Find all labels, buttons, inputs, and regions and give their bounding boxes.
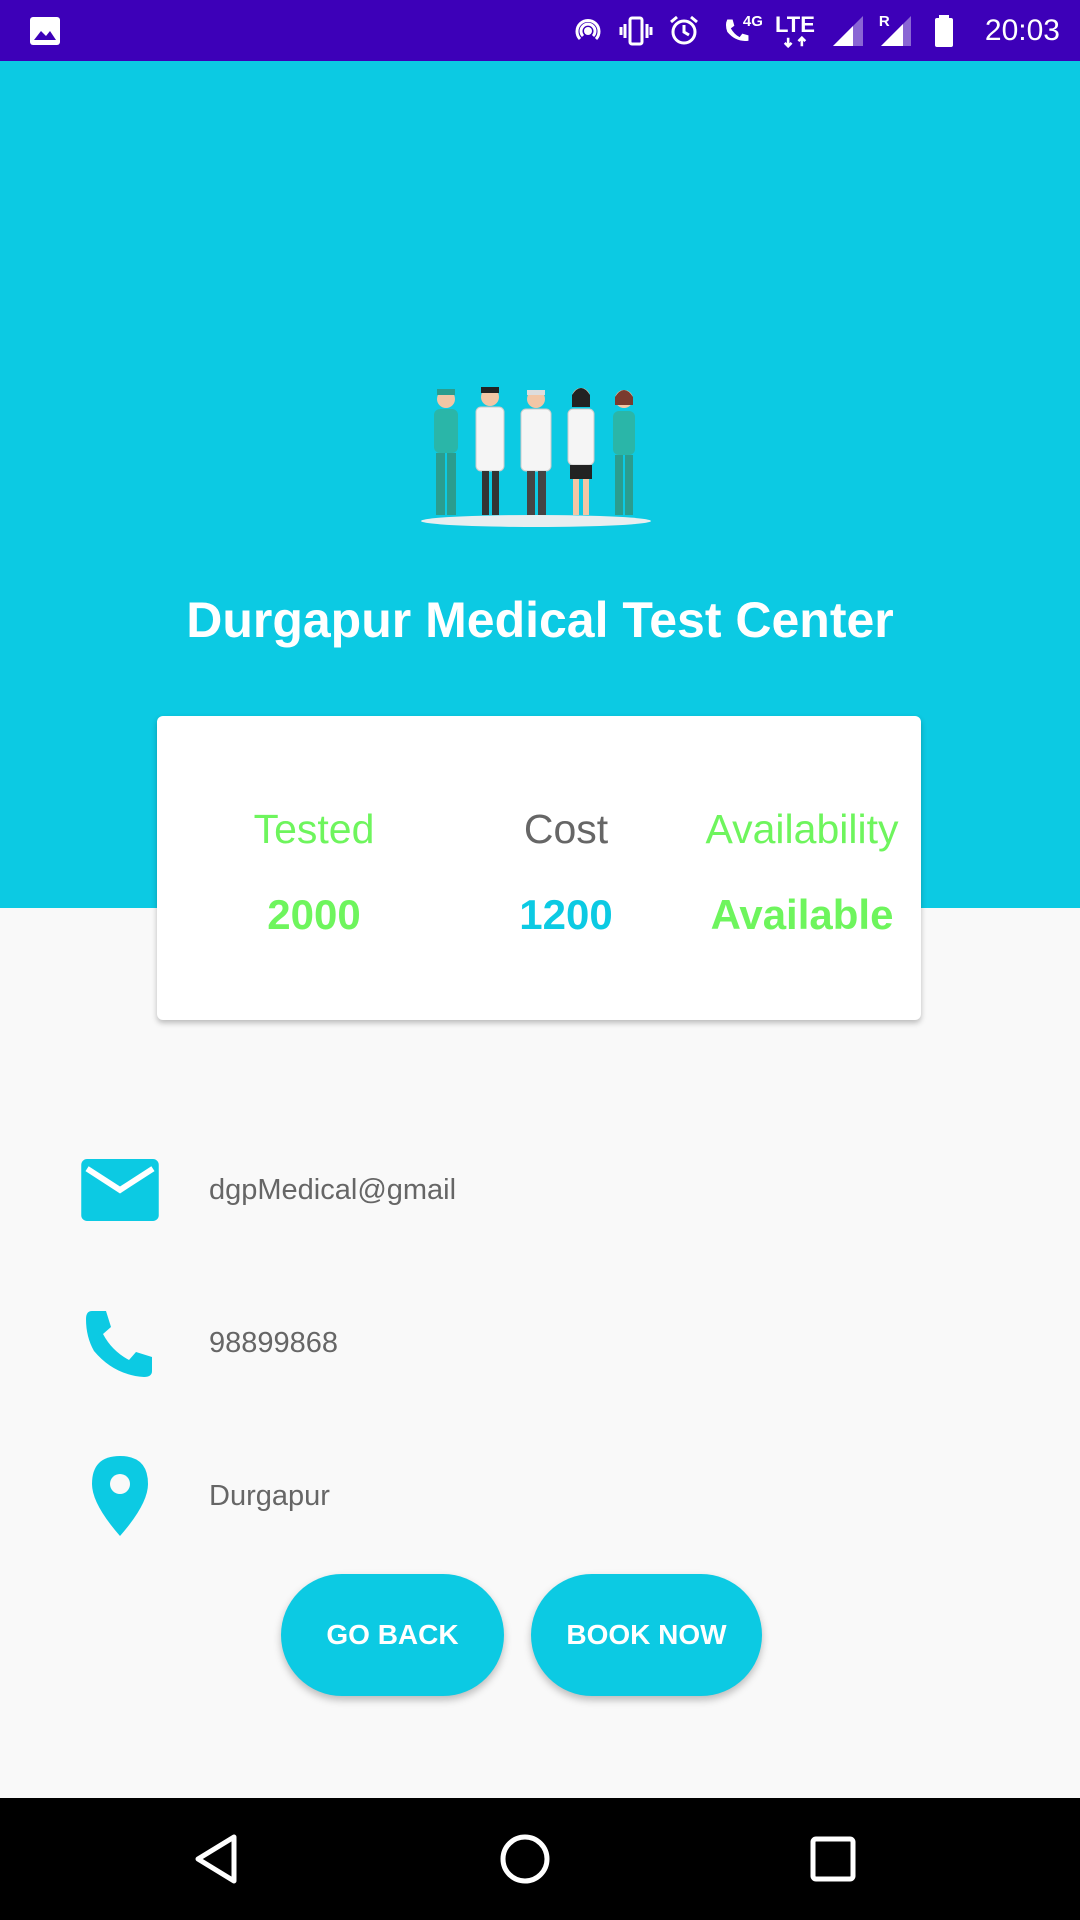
- status-bar: 4G LTE R 20:03: [0, 0, 1080, 61]
- navigation-bar: [0, 1798, 1080, 1920]
- home-nav-icon[interactable]: [495, 1829, 555, 1889]
- email-icon: [80, 1150, 160, 1230]
- availability-value: Available: [710, 891, 894, 938]
- cost-value: 1200: [519, 891, 613, 938]
- image-notification-icon: [28, 14, 62, 48]
- vibrate-icon: [619, 14, 653, 48]
- email-row: dgpMedical@gmail: [0, 1150, 1080, 1230]
- book-now-button[interactable]: BOOK NOW: [531, 1574, 762, 1696]
- hotspot-icon: [571, 14, 605, 48]
- roaming-signal-icon: R: [879, 14, 913, 48]
- cost-label: Cost: [523, 806, 609, 852]
- tested-value: 2000: [267, 891, 361, 938]
- doctors-illustration: [418, 381, 654, 531]
- stat-tested: Tested 2000: [187, 806, 441, 939]
- back-nav-icon[interactable]: [186, 1829, 246, 1889]
- availability-label: Availability: [705, 806, 899, 852]
- phone-text: 98899868: [209, 1327, 339, 1359]
- stat-cost: Cost 1200: [439, 806, 693, 939]
- location-row: Durgapur: [0, 1456, 1080, 1536]
- lte-icon: LTE: [773, 11, 817, 48]
- signal-icon: [831, 14, 865, 48]
- location-pin-icon: [80, 1456, 160, 1536]
- roaming-label: R: [878, 12, 890, 30]
- recents-nav-icon[interactable]: [803, 1829, 863, 1889]
- stat-availability: Availability Available: [697, 806, 907, 939]
- tested-label: Tested: [253, 806, 375, 852]
- go-back-button[interactable]: GO BACK: [281, 1574, 504, 1696]
- location-text: Durgapur: [209, 1480, 330, 1512]
- lte-label: LTE: [774, 11, 815, 37]
- alarm-icon: [667, 14, 701, 48]
- email-text: dgpMedical@gmail: [209, 1174, 457, 1206]
- network-4g-label: 4G: [742, 12, 763, 30]
- call-4g-icon: 4G: [715, 14, 763, 48]
- phone-icon: [80, 1303, 160, 1383]
- stats-card: Tested 2000 Cost 1200 Availability Avail…: [157, 716, 921, 1020]
- center-title: Durgapur Medical Test Center: [186, 592, 894, 648]
- clock: 20:03: [984, 13, 1060, 47]
- battery-icon: [927, 14, 961, 48]
- phone-row: 98899868: [0, 1303, 1080, 1383]
